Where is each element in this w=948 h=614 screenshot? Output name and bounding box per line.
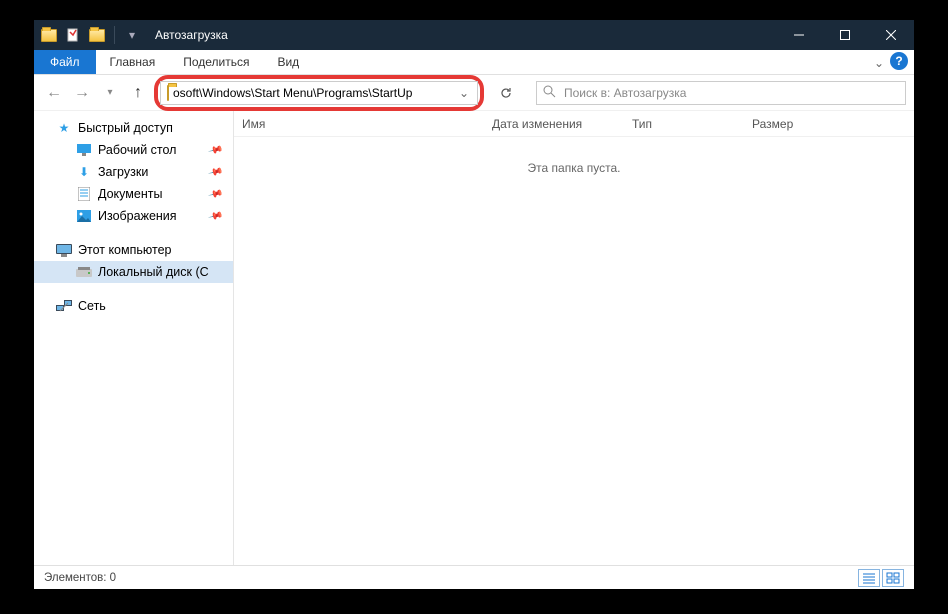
recent-button[interactable]: ▾	[98, 81, 122, 105]
folder-icon	[167, 86, 169, 100]
window-icon	[38, 24, 60, 46]
pin-icon: 📌	[207, 142, 223, 158]
nav-bar: ← → ▾ ↑ osoft\Windows\Start Menu\Program…	[34, 75, 914, 111]
address-bar-highlight: osoft\Windows\Start Menu\Programs\StartU…	[154, 75, 484, 111]
close-button[interactable]	[868, 20, 914, 50]
quick-access[interactable]: ★ Быстрый доступ	[34, 117, 233, 139]
up-button[interactable]: ↑	[126, 81, 150, 105]
explorer-window: ▾ Автозагрузка Файл Главная Поделиться В…	[34, 20, 914, 589]
tab-share[interactable]: Поделиться	[169, 50, 263, 74]
navigation-pane: ★ Быстрый доступ Рабочий стол 📌 ⬇ Загруз…	[34, 111, 234, 565]
sidebar-item-local-disk[interactable]: Локальный диск (C	[34, 261, 233, 283]
qat-customize-icon[interactable]: ▾	[121, 24, 143, 46]
ribbon-expand-icon[interactable]: ⌄	[874, 50, 884, 75]
pictures-icon	[76, 208, 92, 224]
view-large-icons-button[interactable]	[882, 569, 904, 587]
tab-home[interactable]: Главная	[96, 50, 170, 74]
downloads-icon: ⬇	[76, 164, 92, 180]
sidebar-item-desktop[interactable]: Рабочий стол 📌	[34, 139, 233, 161]
sidebar-item-documents[interactable]: Документы 📌	[34, 183, 233, 205]
forward-button[interactable]: →	[70, 81, 94, 105]
search-box[interactable]: Поиск в: Автозагрузка	[536, 81, 906, 105]
pin-icon: 📌	[207, 186, 223, 202]
back-button[interactable]: ←	[42, 81, 66, 105]
status-bar: Элементов: 0	[34, 565, 914, 589]
qat-newfolder-icon[interactable]	[86, 24, 108, 46]
column-date[interactable]: Дата изменения	[484, 117, 624, 131]
content-pane: Имя Дата изменения Тип Размер Эта папка …	[234, 111, 914, 565]
address-path[interactable]: osoft\Windows\Start Menu\Programs\StartU…	[173, 86, 453, 100]
ribbon: Файл Главная Поделиться Вид ⌄ ?	[34, 50, 914, 75]
column-headers: Имя Дата изменения Тип Размер	[234, 111, 914, 137]
address-bar[interactable]: osoft\Windows\Start Menu\Programs\StartU…	[160, 81, 478, 105]
star-icon: ★	[56, 120, 72, 136]
this-pc[interactable]: Этот компьютер	[34, 239, 233, 261]
view-details-button[interactable]	[858, 569, 880, 587]
title-bar: ▾ Автозагрузка	[34, 20, 914, 50]
refresh-button[interactable]	[492, 81, 520, 105]
sidebar-item-downloads[interactable]: ⬇ Загрузки 📌	[34, 161, 233, 183]
column-name[interactable]: Имя	[234, 117, 484, 131]
window-title: Автозагрузка	[155, 28, 776, 42]
documents-icon	[76, 186, 92, 202]
column-size[interactable]: Размер	[744, 117, 824, 131]
address-history-icon[interactable]: ⌄	[453, 86, 475, 100]
empty-folder-message: Эта папка пуста.	[234, 161, 914, 175]
network[interactable]: Сеть	[34, 295, 233, 317]
search-placeholder: Поиск в: Автозагрузка	[564, 86, 686, 100]
sidebar-item-pictures[interactable]: Изображения 📌	[34, 205, 233, 227]
tab-view[interactable]: Вид	[263, 50, 313, 74]
file-tab[interactable]: Файл	[34, 50, 96, 74]
item-count: Элементов: 0	[44, 572, 116, 584]
column-type[interactable]: Тип	[624, 117, 744, 131]
maximize-button[interactable]	[822, 20, 868, 50]
network-icon	[56, 298, 72, 314]
help-icon[interactable]: ?	[890, 52, 908, 70]
drive-icon	[76, 264, 92, 280]
pin-icon: 📌	[207, 208, 223, 224]
minimize-button[interactable]	[776, 20, 822, 50]
search-icon	[543, 85, 556, 101]
qat-properties-icon[interactable]	[62, 24, 84, 46]
desktop-icon	[76, 142, 92, 158]
computer-icon	[56, 242, 72, 258]
pin-icon: 📌	[207, 164, 223, 180]
